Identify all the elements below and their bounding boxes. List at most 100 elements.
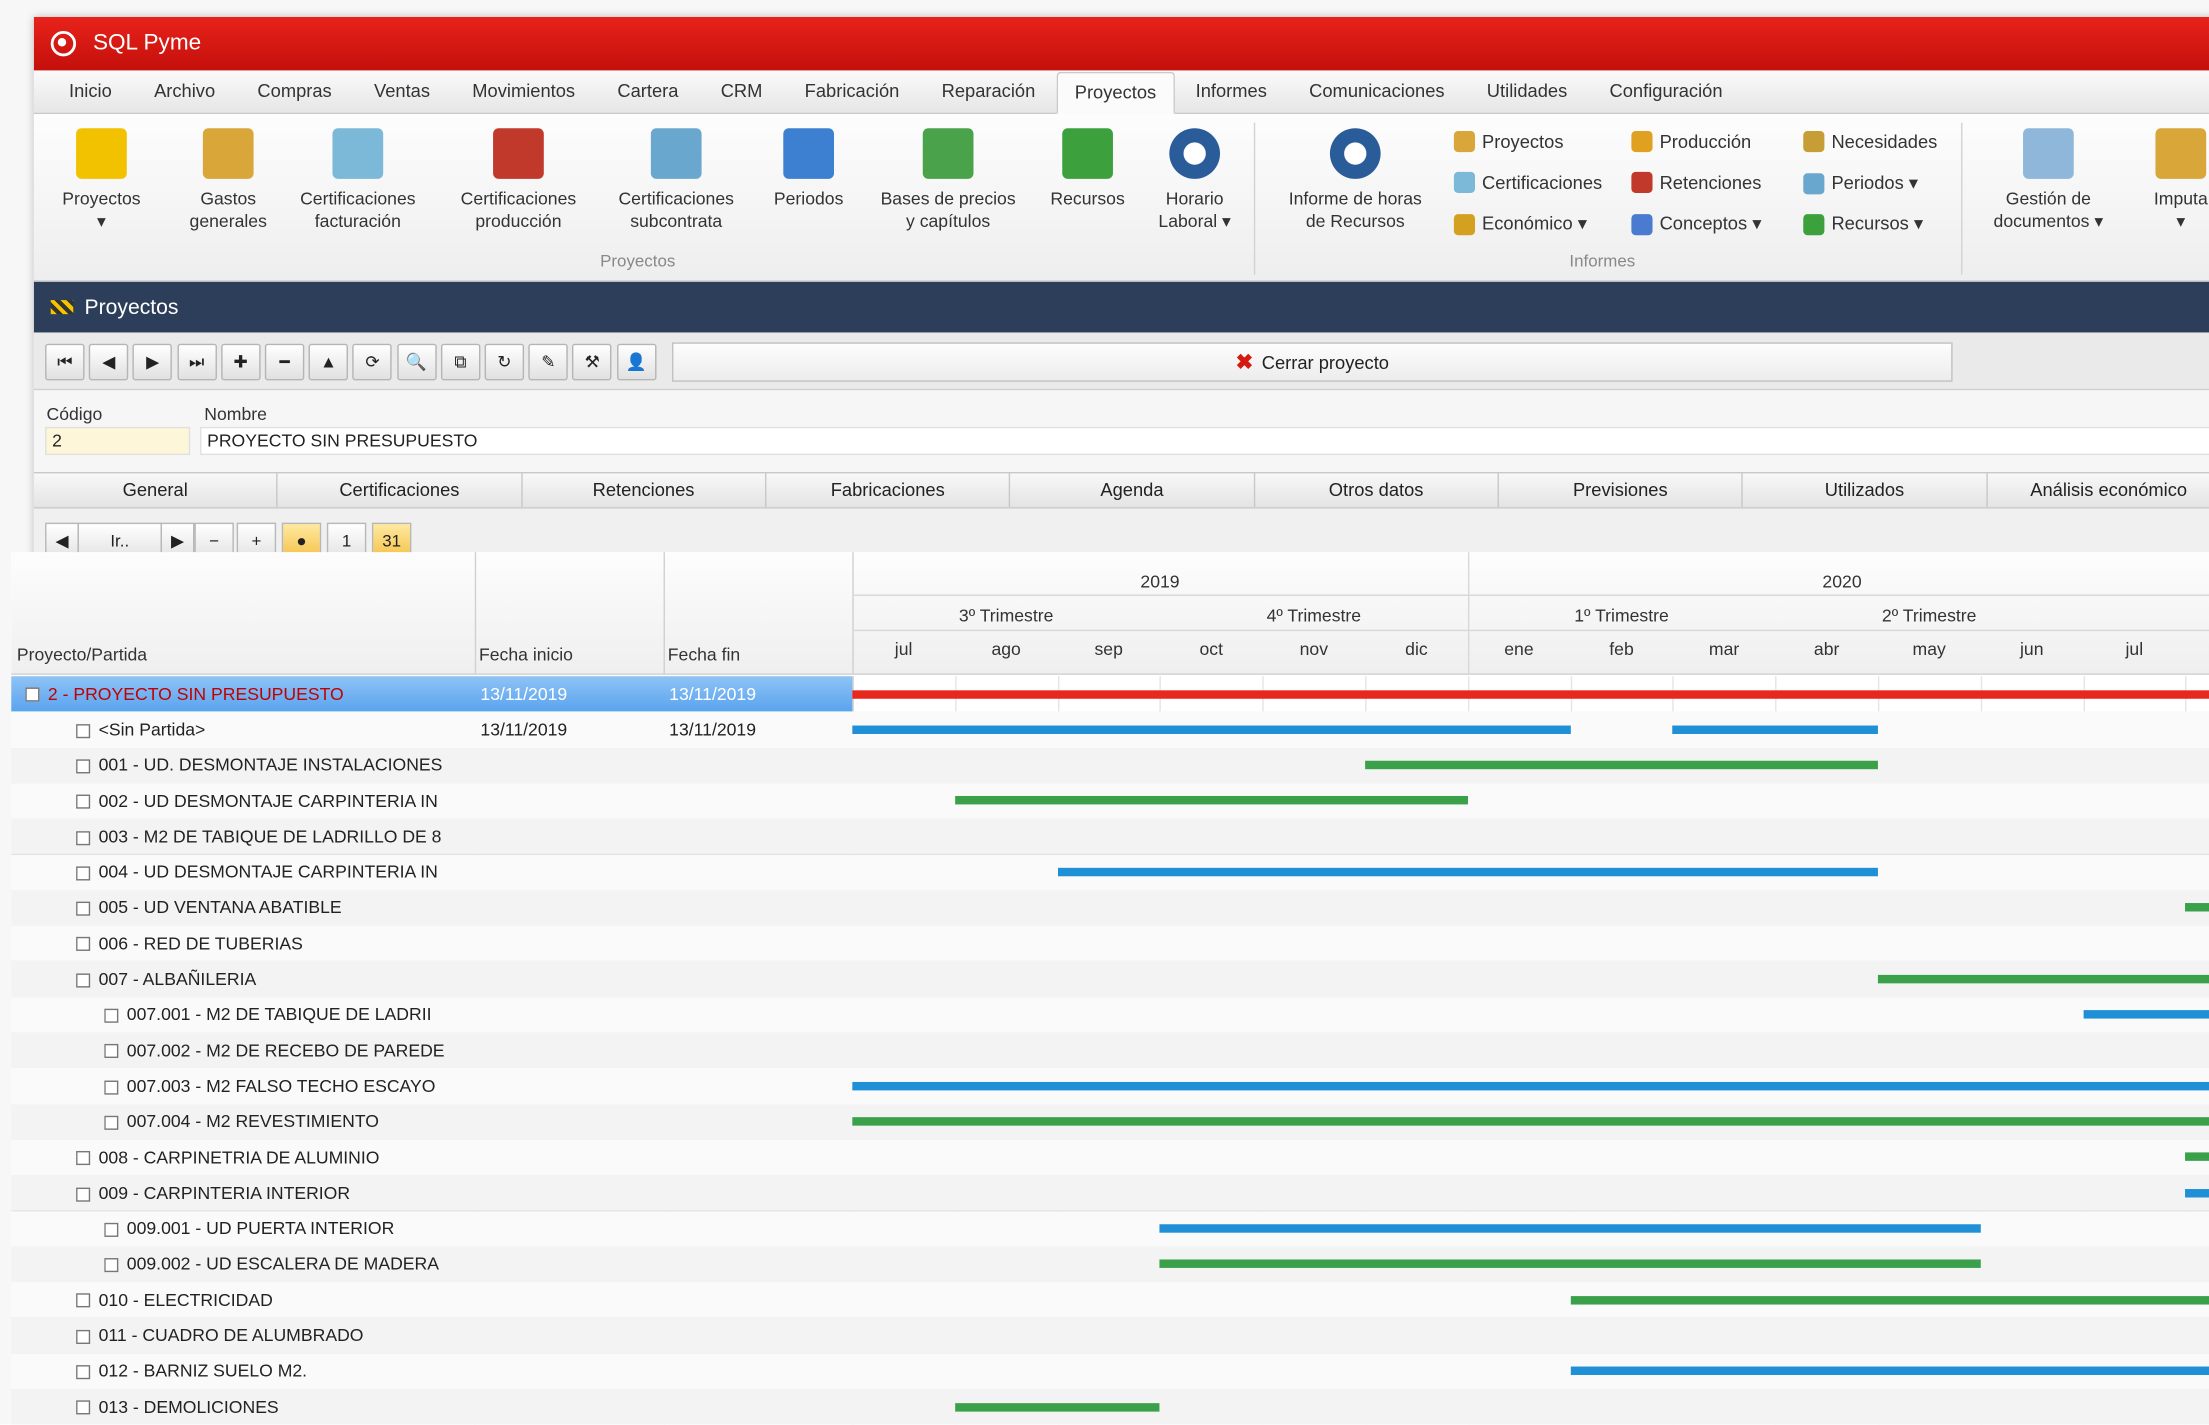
gantt-bar[interactable] (1877, 974, 2209, 984)
gantt-bar[interactable] (1057, 867, 1878, 877)
gantt-bar[interactable] (2185, 1152, 2209, 1162)
expand-toggle-icon[interactable] (76, 973, 91, 988)
leaf-icon[interactable] (76, 759, 91, 774)
tab-agenda[interactable]: Agenda (1011, 473, 1255, 508)
menu-cartera[interactable]: Cartera (596, 80, 699, 112)
expand-toggle-icon[interactable] (76, 1400, 91, 1415)
leaf-icon[interactable] (104, 1258, 119, 1273)
informe-recursos[interactable]: Recursos ▾ (1803, 213, 1923, 236)
first-button[interactable]: ⏮ (45, 343, 85, 381)
leaf-icon[interactable] (76, 1151, 91, 1166)
gantt-bar[interactable] (954, 796, 1468, 805)
menu-crm[interactable]: CRM (700, 80, 784, 112)
up-button[interactable]: ▲ (308, 343, 349, 381)
partida-row[interactable]: 007.002 - M2 DE RECEBO DE PAREDE (11, 1032, 2209, 1070)
tab-general[interactable]: General (34, 473, 278, 508)
expand-toggle-icon[interactable] (25, 687, 40, 703)
tab-certificaciones[interactable]: Certificaciones (278, 473, 523, 508)
leaf-icon[interactable] (76, 866, 91, 881)
gantt-bar[interactable] (1570, 1295, 2209, 1304)
next-button[interactable]: ▶ (132, 343, 173, 381)
tab-previsiones[interactable]: Previsiones (1499, 473, 1744, 508)
ribbon-horario-laboral[interactable]: Horario Laboral ▾ (1150, 128, 1240, 232)
ribbon-informe-horas-button[interactable]: Informe de horas de Recursos (1274, 128, 1437, 232)
leaf-icon[interactable] (76, 794, 91, 809)
menu-informes[interactable]: Informes (1174, 80, 1288, 112)
partida-row[interactable]: 008 - CARPINETRIA DE ALUMINIO (11, 1139, 2209, 1177)
leaf-icon[interactable] (76, 1293, 91, 1308)
menu-ventas[interactable]: Ventas (353, 80, 451, 112)
informe-economico[interactable]: Económico ▾ (1453, 213, 1587, 236)
delete-button[interactable]: ━ (264, 343, 305, 381)
prev-button[interactable]: ◀ (89, 343, 129, 381)
leaf-icon[interactable] (104, 1080, 119, 1095)
add-button[interactable]: ✚ (220, 343, 261, 381)
leaf-icon[interactable] (104, 1115, 119, 1130)
last-button[interactable]: ⏭ (176, 343, 217, 381)
expand-toggle-icon[interactable] (76, 1186, 91, 1202)
partida-row[interactable]: 005 - UD VENTANA ABATIBLE (11, 890, 2209, 928)
ribbon-imputa-button[interactable]: Imputa ▾ (2136, 128, 2209, 232)
gantt-bar[interactable] (2185, 1188, 2209, 1198)
gantt-bar[interactable] (852, 1117, 2209, 1126)
gantt-bar[interactable] (954, 1402, 1160, 1411)
partida-row[interactable]: 003 - M2 DE TABIQUE DE LADRILLO DE 8 (11, 818, 2209, 856)
menu-configuracion[interactable]: Configuración (1588, 80, 1743, 112)
ribbon-gestion-documentos-button[interactable]: Gestión de documentos ▾ (1978, 128, 2119, 232)
leaf-icon[interactable] (104, 1222, 119, 1237)
gantt-bar[interactable] (1159, 1259, 1981, 1269)
leaf-icon[interactable] (76, 1365, 91, 1380)
partida-row[interactable]: 007.001 - M2 DE TABIQUE DE LADRII (11, 996, 2209, 1035)
ribbon-bases-de-precios-y-capitulos[interactable]: Bases de precios y capítulos (871, 128, 1026, 232)
ribbon-recursos[interactable]: Recursos (1043, 128, 1133, 210)
gantt-bar[interactable] (1365, 760, 1878, 770)
informe-conceptos[interactable]: Conceptos ▾ (1631, 213, 1761, 236)
leaf-icon[interactable] (104, 1044, 119, 1059)
ribbon-gastos-generales[interactable]: Gastos generales (183, 128, 273, 232)
gantt-bar[interactable] (2185, 903, 2209, 912)
gantt-bar[interactable] (1672, 725, 1878, 734)
tab-analisis-economico[interactable]: Análisis económico (1987, 473, 2209, 507)
menu-proyectos[interactable]: Proyectos (1056, 71, 1175, 115)
tools-button[interactable]: ⚒ (572, 343, 612, 381)
informe-certificaciones[interactable]: Certificaciones (1453, 171, 1602, 194)
gantt-bar[interactable] (1570, 1366, 2209, 1376)
menu-compras[interactable]: Compras (236, 80, 353, 112)
leaf-icon[interactable] (76, 937, 91, 952)
gantt-bar[interactable] (2083, 1010, 2209, 1019)
nombre-field[interactable]: PROYECTO SIN PRESUPUESTO (200, 426, 2209, 456)
leaf-icon[interactable] (76, 723, 91, 738)
tab-retenciones[interactable]: Retenciones (522, 473, 767, 508)
informe-necesidades[interactable]: Necesidades (1803, 131, 1937, 153)
menu-comunicaciones[interactable]: Comunicaciones (1288, 80, 1466, 112)
refresh-button[interactable]: ⟳ (352, 343, 393, 381)
edit-button[interactable]: ✎ (528, 343, 569, 381)
informe-proyectos[interactable]: Proyectos (1453, 131, 1564, 153)
informe-retenciones[interactable]: Retenciones (1631, 171, 1761, 194)
partida-row[interactable]: 006 - RED DE TUBERIAS (11, 925, 2209, 963)
menu-inicio[interactable]: Inicio (48, 80, 133, 112)
menu-archivo[interactable]: Archivo (133, 80, 236, 112)
gantt-bar[interactable] (1159, 1224, 1981, 1233)
partida-row[interactable]: 001 - UD. DESMONTAJE INSTALACIONES (11, 747, 2209, 785)
gantt-bar[interactable] (852, 725, 1571, 734)
menu-movimientos[interactable]: Movimientos (451, 80, 596, 112)
ribbon-certificaciones-produccion[interactable]: Certificaciones producción (448, 128, 589, 232)
leaf-icon[interactable] (104, 1008, 119, 1023)
ribbon-certificaciones-subcontrata[interactable]: Certificaciones subcontrata (606, 128, 747, 232)
leaf-icon[interactable] (76, 901, 91, 916)
leaf-icon[interactable] (76, 830, 91, 845)
search-button[interactable]: 🔍 (396, 343, 437, 381)
menu-fabricacion[interactable]: Fabricación (784, 80, 921, 112)
menu-reparacion[interactable]: Reparación (920, 80, 1056, 112)
tab-utilizados[interactable]: Utilizados (1743, 473, 1988, 508)
codigo-field[interactable]: 2 (45, 426, 191, 456)
partida-row[interactable]: 009 - CARPINTERIA INTERIOR (11, 1175, 2209, 1213)
close-project-button[interactable]: ✖ Cerrar proyecto (671, 342, 1953, 382)
copy-button[interactable]: ⧉ (440, 343, 481, 381)
leaf-icon[interactable] (76, 1329, 91, 1344)
partida-row[interactable]: 011 - CUADRO DE ALUMBRADO (11, 1317, 2209, 1355)
informe-periodos[interactable]: Periodos ▾ (1803, 172, 1918, 195)
ribbon-certificaciones-facturacion[interactable]: Certificaciones facturación (287, 128, 428, 232)
menu-utilidades[interactable]: Utilidades (1466, 80, 1589, 112)
